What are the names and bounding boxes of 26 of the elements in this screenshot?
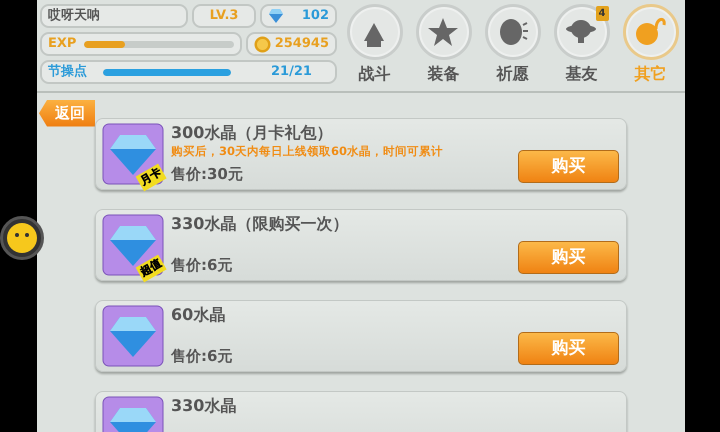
crystal-item-icon — [102, 305, 164, 367]
floating-avatar[interactable] — [0, 216, 44, 260]
coin-count: 254945 — [274, 35, 329, 54]
item-name: 60水晶 — [171, 305, 226, 325]
item-name: 300水晶（月卡礼包） — [171, 123, 334, 143]
buy-button[interactable]: 购买 — [518, 150, 619, 183]
back-button[interactable]: 返回 — [39, 100, 95, 126]
crystal-item-icon — [102, 123, 164, 185]
exp-label: EXP — [48, 35, 76, 54]
item-name: 330水晶（限购买一次） — [171, 214, 348, 234]
diamond-icon — [268, 8, 284, 24]
item-description: 购买后，30天内每日上线领取60水晶，时间可累计 — [171, 143, 444, 159]
stamina-count: 21/21 — [271, 63, 312, 82]
buy-button[interactable]: 购买 — [518, 332, 619, 365]
coin-icon — [254, 36, 271, 52]
crystal-count: 102 — [302, 7, 329, 26]
item-price: 售价:30元 — [171, 164, 244, 184]
stamina-label: 节操点 — [48, 63, 87, 82]
item-price: 售价:6元 — [171, 346, 232, 366]
name-field: 哎呀天呐 — [40, 4, 188, 28]
item-name: 330水晶 — [171, 396, 236, 416]
level-label: LV.3 — [192, 4, 256, 28]
notification-badge: 4 — [596, 6, 608, 21]
buy-button[interactable]: 购买 — [518, 241, 619, 274]
item-price: 售价:6元 — [171, 254, 234, 276]
crystal-item-icon — [102, 214, 164, 276]
